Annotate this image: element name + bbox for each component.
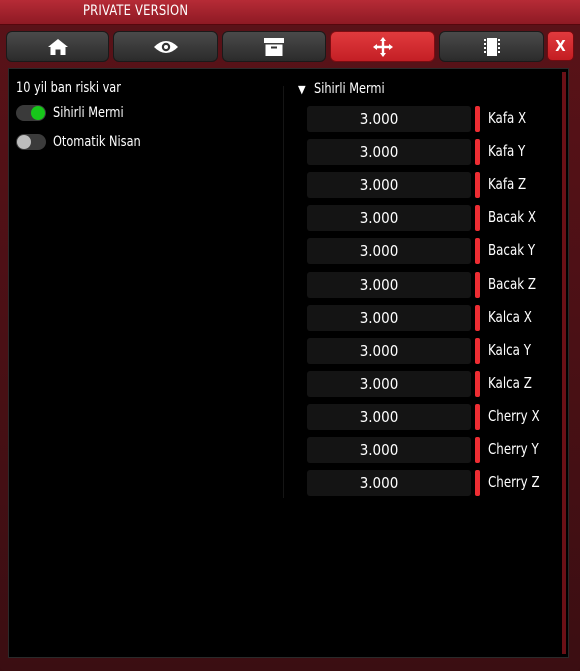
slider-grab[interactable] <box>475 106 480 132</box>
slider-field[interactable]: 3.000 <box>307 404 471 430</box>
slider-field[interactable]: 3.000 <box>307 172 471 198</box>
slider-field[interactable]: 3.000 <box>307 470 471 496</box>
collapse-arrow-icon: ▼ <box>298 83 306 96</box>
toggle-switch[interactable] <box>16 134 46 150</box>
slider-label: Bacak Z <box>488 275 537 293</box>
toggle-otomatik-nisan[interactable]: Otomatik Nisan <box>16 134 150 150</box>
left-column: 10 yil ban riski var Sihirli Mermi Otoma… <box>16 80 141 150</box>
toggle-sihirli-mermi[interactable]: Sihirli Mermi <box>16 105 131 121</box>
box-icon <box>264 37 284 56</box>
crosshair-icon <box>372 36 393 57</box>
scrollbar[interactable] <box>562 72 566 654</box>
slider-field[interactable]: 3.000 <box>307 305 471 331</box>
tab-visuals[interactable] <box>113 31 218 62</box>
slider-label: Kalca X <box>488 308 532 326</box>
tab-home[interactable] <box>6 31 109 62</box>
column-divider <box>283 86 284 498</box>
slider-label: Cherry X <box>488 407 540 425</box>
slider-field[interactable]: 3.000 <box>307 238 471 264</box>
slider-label: Cherry Z <box>488 473 540 491</box>
section-header-sihirli-mermi[interactable]: ▼ Sihirli Mermi <box>298 81 392 97</box>
slider-label: Cherry Y <box>488 440 539 458</box>
menu-window: PRIVATE VERSION X 10 yil ban riski var S… <box>0 0 580 671</box>
slider-grab[interactable] <box>475 205 480 231</box>
close-button[interactable]: X <box>547 31 574 61</box>
slider-label: Kafa Z <box>488 175 527 193</box>
home-icon <box>47 38 68 55</box>
window-title: PRIVATE VERSION <box>83 3 189 19</box>
slider-label: Kalca Z <box>488 374 532 392</box>
slider-grab[interactable] <box>475 272 480 298</box>
section-title: Sihirli Mermi <box>313 81 385 97</box>
tab-inventory[interactable] <box>222 31 326 62</box>
toggle-label: Sihirli Mermi <box>53 105 124 121</box>
slider-grab[interactable] <box>475 338 480 364</box>
toggle-knob <box>17 135 31 149</box>
content-panel <box>8 68 569 658</box>
ban-risk-warning: 10 yil ban riski var <box>16 80 121 96</box>
eye-icon <box>153 40 178 53</box>
slider-label: Bacak X <box>488 208 537 226</box>
slider-field[interactable]: 3.000 <box>307 371 471 397</box>
slider-label: Kafa Y <box>488 142 526 160</box>
title-bar[interactable]: PRIVATE VERSION <box>0 0 580 25</box>
slider-grab[interactable] <box>475 404 480 430</box>
slider-grab[interactable] <box>475 470 480 496</box>
slider-grab[interactable] <box>475 238 480 264</box>
slider-grab[interactable] <box>475 172 480 198</box>
toggle-knob <box>31 106 45 120</box>
slider-field[interactable]: 3.000 <box>307 437 471 463</box>
slider-label: Bacak Y <box>488 241 536 259</box>
tab-aim[interactable] <box>330 31 435 62</box>
toggle-label: Otomatik Nisan <box>53 134 141 150</box>
slider-field[interactable]: 3.000 <box>307 272 471 298</box>
tab-misc[interactable] <box>439 31 544 62</box>
slider-field[interactable]: 3.000 <box>307 205 471 231</box>
slider-grab[interactable] <box>475 437 480 463</box>
slider-grab[interactable] <box>475 371 480 397</box>
slider-grab[interactable] <box>475 139 480 165</box>
slider-field[interactable]: 3.000 <box>307 139 471 165</box>
chip-icon <box>483 37 500 56</box>
toggle-switch[interactable] <box>16 105 46 121</box>
slider-label: Kalca Y <box>488 341 531 359</box>
slider-field[interactable]: 3.000 <box>307 338 471 364</box>
slider-label: Kafa X <box>488 109 527 127</box>
slider-field[interactable]: 3.000 <box>307 106 471 132</box>
slider-grab[interactable] <box>475 305 480 331</box>
